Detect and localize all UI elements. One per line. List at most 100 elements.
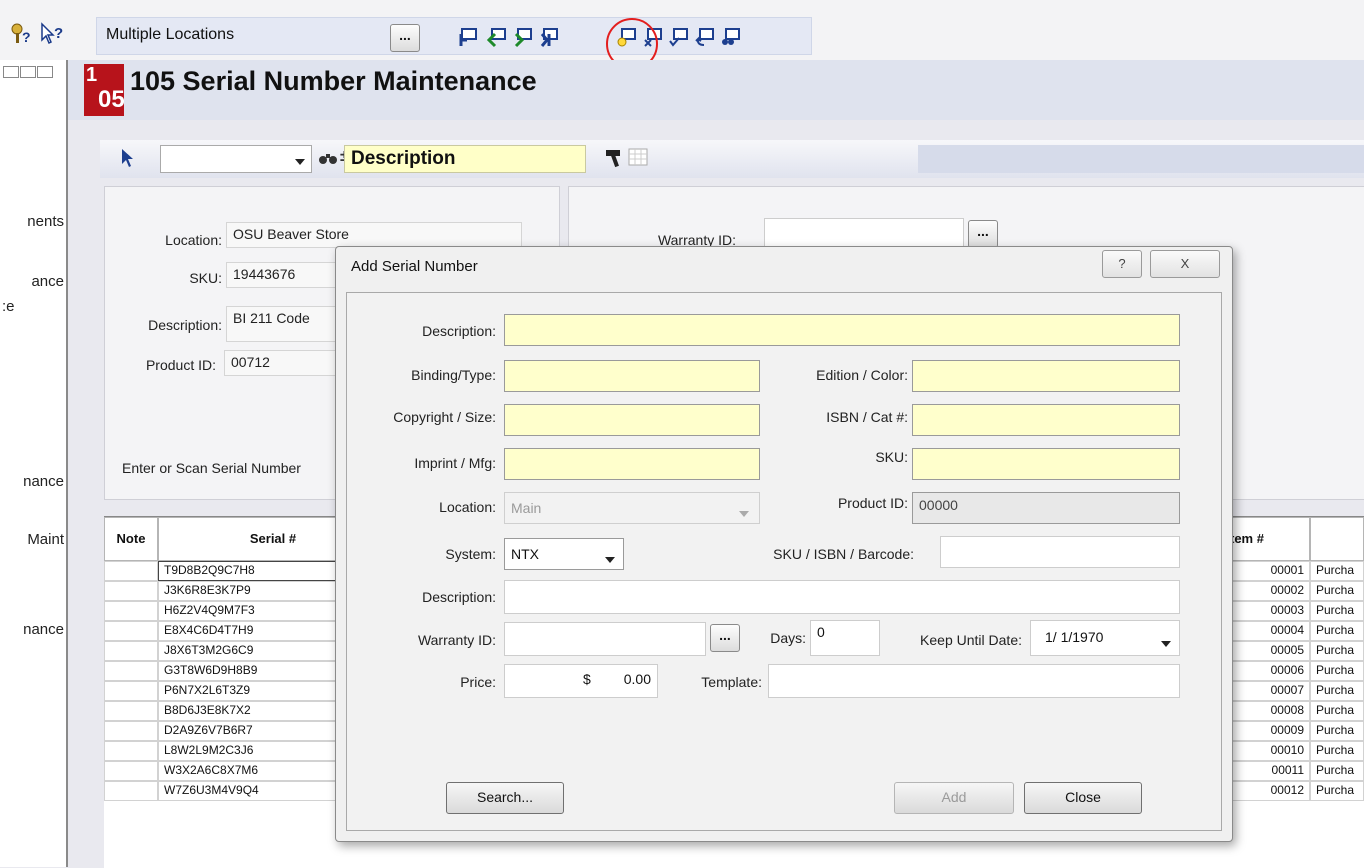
note-cell[interactable]	[104, 681, 158, 701]
system-label: System:	[445, 546, 496, 562]
help-key-icon[interactable]: ?	[8, 22, 32, 49]
type-cell[interactable]: Purcha	[1310, 761, 1364, 781]
type-cell[interactable]: Purcha	[1310, 661, 1364, 681]
edition-color-field[interactable]	[912, 360, 1180, 392]
search-field-combo[interactable]	[160, 145, 312, 173]
grid-icon[interactable]	[628, 148, 648, 169]
type-cell[interactable]: Purcha	[1310, 701, 1364, 721]
left-nav-item[interactable]: Maint	[0, 531, 64, 548]
item-number-cell[interactable]: 00002	[1224, 581, 1310, 601]
item-number-cell[interactable]: 00008	[1224, 701, 1310, 721]
dialog-description-field[interactable]	[504, 314, 1180, 346]
binding-type-field[interactable]	[504, 360, 760, 392]
edition-color-label: Edition / Color:	[816, 367, 908, 383]
close-button[interactable]: Close	[1024, 782, 1142, 814]
note-cell[interactable]	[104, 581, 158, 601]
context-help-icon[interactable]: ?	[38, 22, 68, 49]
type-cell[interactable]: Purcha	[1310, 581, 1364, 601]
sku-field[interactable]	[912, 448, 1180, 480]
location-browse-button[interactable]: ...	[390, 24, 420, 52]
item-number-cell[interactable]: 00012	[1224, 781, 1310, 801]
note-cell[interactable]	[104, 721, 158, 741]
template-field[interactable]	[768, 664, 1180, 698]
copyright-size-field[interactable]	[504, 404, 760, 436]
item-number-cell[interactable]: 00001	[1224, 561, 1310, 581]
dialog-warranty-browse-button[interactable]: ...	[710, 624, 740, 652]
help-button[interactable]: ?	[1102, 250, 1142, 278]
type-cell[interactable]: Purcha	[1310, 741, 1364, 761]
item-number-cell[interactable]: 00006	[1224, 661, 1310, 681]
secondary-description-field[interactable]	[504, 580, 1180, 614]
pointer-icon[interactable]	[120, 148, 136, 171]
search-button[interactable]: Search...	[446, 782, 564, 814]
isbn-cat-label: ISBN / Cat #:	[826, 409, 908, 425]
last-record-icon[interactable]	[538, 26, 558, 47]
description-label: Description:	[148, 317, 222, 333]
warranty-id-field[interactable]	[764, 218, 964, 248]
search-value-field[interactable]: Description	[344, 145, 586, 173]
keep-until-date-picker[interactable]: 1/ 1/1970	[1030, 620, 1180, 656]
price-value: 0.00	[623, 671, 651, 687]
type-cell[interactable]: Purcha	[1310, 781, 1364, 801]
dialog-warranty-field[interactable]	[504, 622, 706, 656]
left-nav-item[interactable]: ance	[0, 273, 64, 290]
next-record-icon[interactable]	[512, 26, 532, 48]
note-cell[interactable]	[104, 561, 158, 581]
logo-bottom-digits: 05	[98, 86, 125, 113]
binoculars-icon[interactable]	[318, 150, 338, 169]
item-column-header[interactable]: tem #	[1224, 517, 1310, 561]
note-column-header[interactable]: Note	[104, 517, 158, 561]
save-record-icon[interactable]	[668, 26, 688, 47]
note-cell[interactable]	[104, 741, 158, 761]
note-cell[interactable]	[104, 661, 158, 681]
imprint-mfg-label: Imprint / Mfg:	[414, 455, 496, 471]
item-number-cell[interactable]: 00004	[1224, 621, 1310, 641]
undo-record-icon[interactable]	[694, 26, 714, 46]
previous-record-icon[interactable]	[486, 26, 506, 48]
item-number-cell[interactable]: 00010	[1224, 741, 1310, 761]
note-cell[interactable]	[104, 621, 158, 641]
dialog-title: Add Serial Number	[351, 258, 478, 275]
item-number-cell[interactable]: 00011	[1224, 761, 1310, 781]
note-cell[interactable]	[104, 641, 158, 661]
type-cell[interactable]: Purcha	[1310, 721, 1364, 741]
find-record-icon[interactable]	[720, 26, 740, 46]
price-field[interactable]: $ 0.00	[504, 664, 658, 698]
warranty-browse-button[interactable]: ...	[968, 220, 998, 248]
item-number-cell[interactable]: 00003	[1224, 601, 1310, 621]
isbn-cat-field[interactable]	[912, 404, 1180, 436]
first-record-icon[interactable]	[458, 26, 478, 46]
left-nav-item[interactable]: :e	[0, 298, 66, 315]
left-navigation-panel	[0, 60, 68, 867]
binding-type-label: Binding/Type:	[411, 367, 496, 383]
help-icon: ?	[1118, 256, 1126, 271]
sku-isbn-barcode-field[interactable]	[940, 536, 1180, 568]
type-column-header[interactable]	[1310, 517, 1364, 561]
left-nav-item[interactable]: nents	[0, 213, 64, 230]
days-field[interactable]: 0	[810, 620, 880, 656]
item-number-cell[interactable]: 00009	[1224, 721, 1310, 741]
dialog-close-button[interactable]: X	[1150, 250, 1220, 278]
note-cell[interactable]	[104, 701, 158, 721]
imprint-mfg-field[interactable]	[504, 448, 760, 480]
logo-top-digit: 1	[86, 64, 98, 86]
hammer-icon[interactable]	[604, 148, 626, 171]
type-cell[interactable]: Purcha	[1310, 601, 1364, 621]
left-nav-item[interactable]: nance	[0, 621, 64, 638]
note-cell[interactable]	[104, 761, 158, 781]
location-select[interactable]: Main	[504, 492, 760, 524]
item-number-cell[interactable]: 00007	[1224, 681, 1310, 701]
type-cell[interactable]: Purcha	[1310, 681, 1364, 701]
panel-window-controls[interactable]	[3, 66, 53, 81]
note-cell[interactable]	[104, 781, 158, 801]
toolbar-strip	[918, 145, 1364, 173]
description-value: BI 211 Code	[226, 306, 346, 342]
note-cell[interactable]	[104, 601, 158, 621]
system-select[interactable]: NTX	[504, 538, 624, 570]
type-cell[interactable]: Purcha	[1310, 621, 1364, 641]
item-number-cell[interactable]: 00005	[1224, 641, 1310, 661]
left-nav-item[interactable]: nance	[0, 473, 64, 490]
add-button[interactable]: Add	[894, 782, 1014, 814]
type-cell[interactable]: Purcha	[1310, 561, 1364, 581]
type-cell[interactable]: Purcha	[1310, 641, 1364, 661]
